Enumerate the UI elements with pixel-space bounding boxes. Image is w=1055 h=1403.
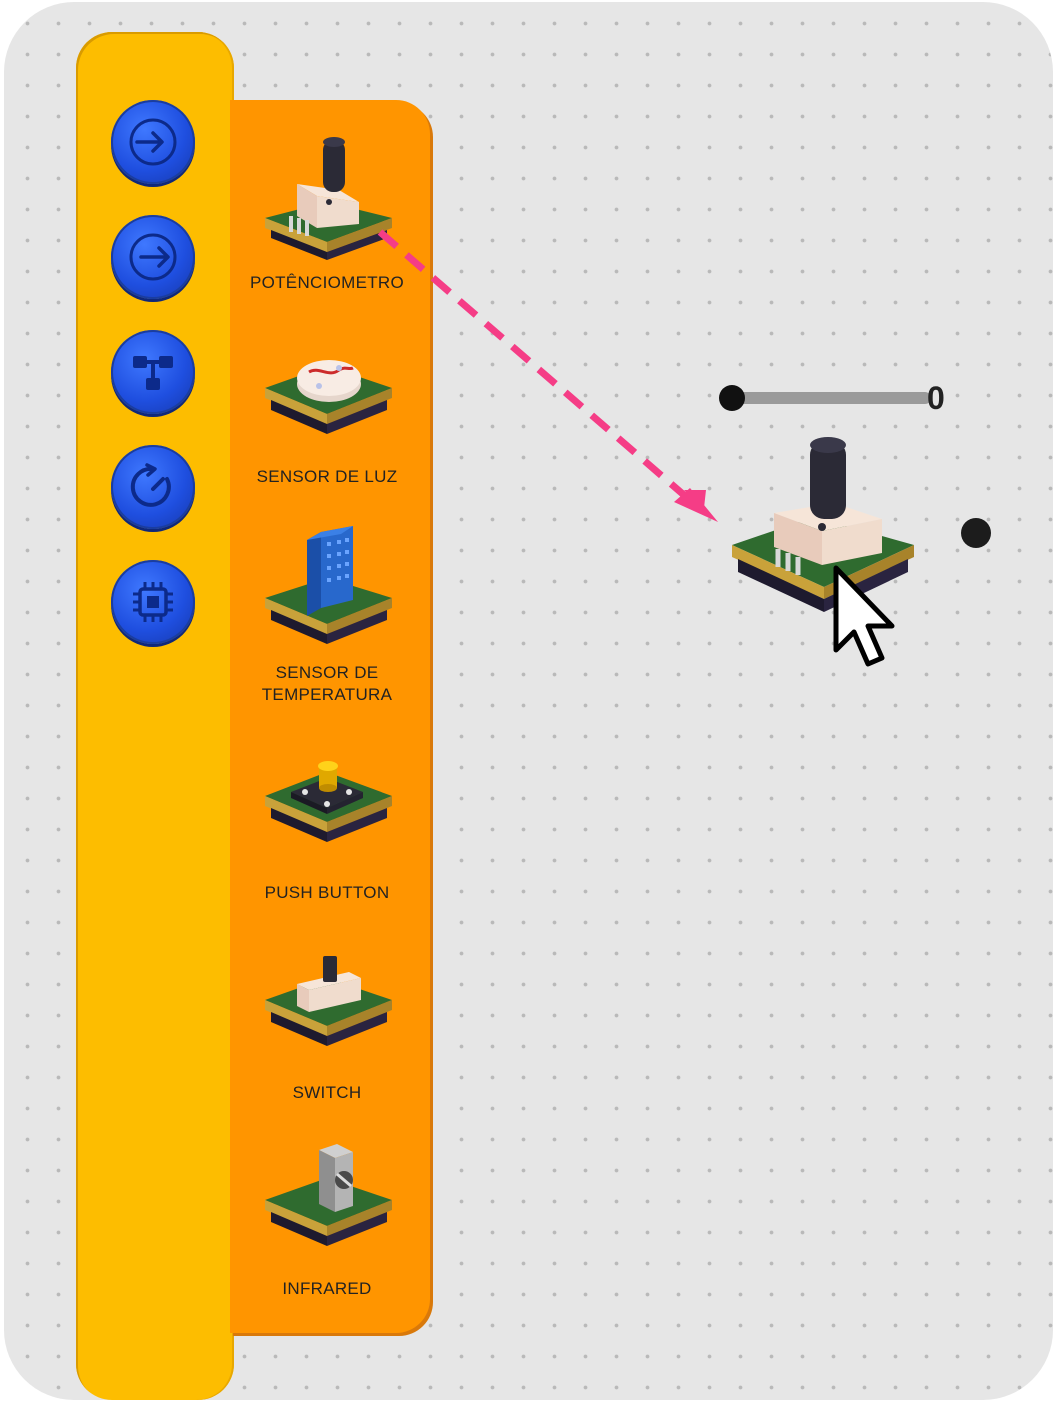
- potentiometer-slider[interactable]: 0: [717, 380, 957, 422]
- slider-value: 0: [927, 380, 945, 416]
- workspace-canvas[interactable]: POTÊNCIOMETRO SENSOR DE LUZ SENSOR DE TE…: [4, 2, 1053, 1400]
- mouse-cursor-icon: [833, 565, 895, 667]
- slider-knob[interactable]: [719, 385, 745, 411]
- drag-arrow: [377, 229, 718, 522]
- slider-track[interactable]: [731, 392, 931, 404]
- output-connector[interactable]: [961, 518, 991, 548]
